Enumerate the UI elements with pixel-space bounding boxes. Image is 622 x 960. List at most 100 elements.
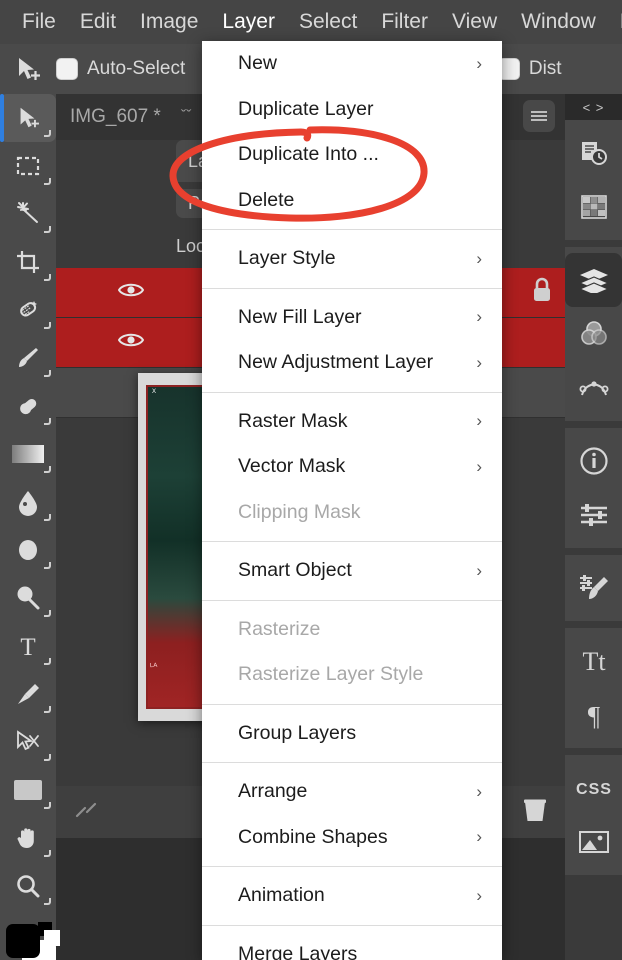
menubar-item-layer[interactable]: Layer — [210, 0, 287, 44]
tab-overflow-chevrons[interactable]: ˇˇ — [175, 108, 198, 126]
menu-item-label: Duplicate Into ... — [238, 143, 379, 166]
menu-item-label: Layer Style — [238, 247, 336, 270]
distribute-option[interactable]: Dist — [497, 58, 562, 80]
move-tool[interactable] — [0, 94, 56, 142]
menu-item-merge-layers[interactable]: Merge Layers — [202, 932, 502, 960]
document-tab[interactable]: IMG_607 * — [56, 94, 175, 140]
chevron-right-icon: › — [476, 456, 482, 476]
trash-icon[interactable] — [521, 796, 549, 829]
eraser-tool[interactable] — [0, 382, 56, 430]
foreground-color-swatch[interactable] — [6, 924, 40, 958]
chevron-right-icon: › — [476, 248, 482, 268]
color-swatches[interactable] — [0, 916, 60, 960]
blur-tool[interactable] — [0, 526, 56, 574]
adjustments-panel-button[interactable] — [565, 488, 622, 542]
dodge-tool[interactable] — [0, 574, 56, 622]
menu-item-label: Arrange — [238, 780, 308, 803]
chevron-right-icon: › — [476, 560, 482, 580]
gradient-tool[interactable] — [0, 430, 56, 478]
rail-group-info — [565, 428, 622, 548]
menubar-item-more[interactable]: Mo — [608, 0, 622, 44]
panel-hamburger-menu-icon[interactable] — [523, 100, 555, 132]
canvas-preview[interactable]: X LA — [56, 355, 216, 735]
rail-group-layers — [565, 247, 622, 421]
menu-item-duplicate-into[interactable]: Duplicate Into ... — [202, 132, 502, 178]
tool-corner-indicator — [44, 514, 51, 521]
menubar-item-edit[interactable]: Edit — [68, 0, 128, 44]
menu-item-label: Smart Object — [238, 559, 352, 582]
image-panel-button[interactable] — [565, 815, 622, 869]
healing-brush-tool[interactable] — [0, 286, 56, 334]
swatches-panel-button[interactable] — [565, 180, 622, 234]
pen-tool[interactable] — [0, 670, 56, 718]
menu-item-animation[interactable]: Animation › — [202, 873, 502, 919]
menu-item-label: Group Layers — [238, 721, 357, 744]
paint-bucket-tool[interactable] — [0, 478, 56, 526]
menu-separator — [202, 229, 502, 230]
menu-item-new-fill-layer[interactable]: New Fill Layer › — [202, 295, 502, 341]
zoom-tool[interactable] — [0, 862, 56, 910]
marquee-tool[interactable] — [0, 142, 56, 190]
magic-wand-tool[interactable] — [0, 190, 56, 238]
eye-icon[interactable] — [117, 281, 145, 304]
crop-tool[interactable] — [0, 238, 56, 286]
path-select-tool[interactable] — [0, 718, 56, 766]
brush-settings-panel-button[interactable] — [565, 561, 622, 615]
menu-item-label: New Fill Layer — [238, 305, 362, 328]
menu-item-label: New Adjustment Layer — [238, 351, 434, 374]
menubar-item-select[interactable]: Select — [287, 0, 369, 44]
distribute-label: Dist — [528, 58, 562, 79]
type-tool[interactable]: T — [0, 622, 56, 670]
menu-item-group-layers[interactable]: Group Layers — [202, 711, 502, 757]
menu-item-duplicate-layer[interactable]: Duplicate Layer — [202, 87, 502, 133]
tool-corner-indicator — [44, 130, 51, 137]
menu-separator — [202, 599, 502, 601]
menubar-item-image[interactable]: Image — [128, 0, 210, 44]
menubar-item-view[interactable]: View — [440, 0, 509, 44]
menu-item-layer-style[interactable]: Layer Style › — [202, 236, 502, 282]
eye-icon[interactable] — [117, 331, 145, 354]
menu-item-combine-shapes[interactable]: Combine Shapes › — [202, 815, 502, 861]
menu-item-label: Combine Shapes — [238, 825, 388, 848]
menu-separator — [202, 541, 502, 542]
info-panel-button[interactable] — [565, 434, 622, 488]
paragraph-panel-button[interactable]: ¶ — [565, 688, 622, 742]
lock-icon[interactable] — [531, 277, 553, 308]
menu-item-smart-object[interactable]: Smart Object › — [202, 548, 502, 594]
menu-item-arrange[interactable]: Arrange › — [202, 769, 502, 815]
tool-corner-indicator — [44, 370, 51, 377]
move-tool-icon[interactable] — [0, 55, 56, 83]
menu-item-raster-mask[interactable]: Raster Mask › — [202, 399, 502, 445]
shape-tool[interactable] — [0, 766, 56, 814]
css-panel-button[interactable]: CSS — [565, 761, 622, 815]
channels-panel-button[interactable] — [565, 307, 622, 361]
menu-item-new-adjustment-layer[interactable]: New Adjustment Layer › — [202, 340, 502, 386]
rail-header[interactable]: < > — [565, 94, 622, 120]
menu-item-label: Rasterize Layer Style — [238, 663, 424, 686]
menu-item-rasterize-layer-style: Rasterize Layer Style — [202, 652, 502, 698]
lock-label: Loc — [176, 235, 206, 256]
menu-item-new[interactable]: New › — [202, 41, 502, 87]
menu-separator — [202, 924, 502, 926]
svg-text:CSS: CSS — [576, 781, 612, 798]
svg-text:T: T — [20, 634, 35, 659]
layers-panel-button[interactable] — [565, 253, 622, 307]
auto-select-checkbox[interactable] — [56, 58, 78, 80]
auto-select-label: Auto-Select — [87, 58, 186, 79]
chain-link-icon[interactable] — [72, 799, 100, 826]
menu-item-delete[interactable]: Delete — [202, 178, 502, 224]
paths-panel-button[interactable] — [565, 361, 622, 415]
menu-separator — [202, 287, 502, 289]
hand-tool[interactable] — [0, 814, 56, 862]
menu-item-vector-mask[interactable]: Vector Mask › — [202, 444, 502, 490]
menu-item-label: Merge Layers — [238, 942, 358, 960]
svg-text:¶: ¶ — [587, 701, 599, 730]
paintbrush-tool[interactable] — [0, 334, 56, 382]
history-panel-button[interactable] — [565, 126, 622, 180]
menubar-item-filter[interactable]: Filter — [369, 0, 440, 44]
character-panel-button[interactable]: Tt — [565, 634, 622, 688]
menubar-item-file[interactable]: File — [10, 0, 68, 44]
auto-select-option[interactable]: Auto-Select — [56, 58, 185, 80]
chevron-right-icon: › — [476, 411, 482, 431]
menubar-item-window[interactable]: Window — [509, 0, 608, 44]
